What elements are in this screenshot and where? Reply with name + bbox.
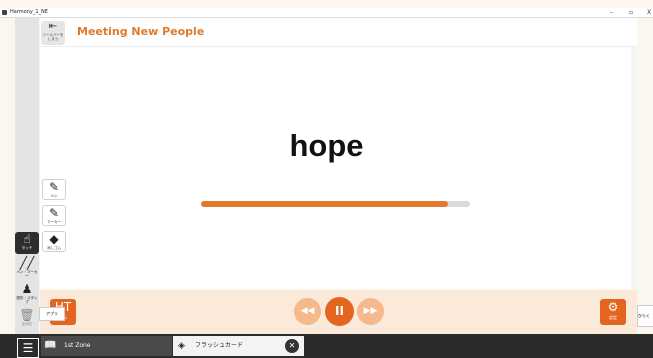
- hamburger-icon: ☰: [22, 341, 34, 355]
- stamp-label: 図形・スタンプ: [16, 296, 38, 304]
- marker-label: マーカー: [47, 220, 61, 224]
- maximize-button[interactable]: ▫: [629, 8, 633, 17]
- clear-all-label: 全消去: [21, 322, 33, 326]
- pen-marker-tool-button[interactable]: ╱╱ ペン・マーカー: [15, 256, 39, 278]
- previous-button[interactable]: ◀◀: [294, 298, 321, 325]
- tab-label: フラッシュカード: [195, 342, 244, 349]
- tab-flashcard[interactable]: ◈ フラッシュカード ✕: [173, 336, 304, 356]
- menu-button[interactable]: ☰: [17, 338, 39, 358]
- stamp-tool-button[interactable]: ♟ 図形・スタンプ: [15, 282, 39, 304]
- flashcard-word: hope: [289, 128, 364, 163]
- arrow-left-icon: ⇤: [48, 21, 58, 32]
- open-chip[interactable]: ひらく: [637, 305, 653, 327]
- page-title: Meeting New People: [77, 25, 205, 38]
- pause-icon: II: [335, 304, 344, 318]
- app-logo-icon: [2, 10, 7, 15]
- minimize-button[interactable]: –: [610, 8, 613, 17]
- fast-forward-icon: ▶▶: [363, 306, 378, 316]
- progress-bar: [201, 201, 470, 207]
- window-titlebar: Harmony_1_NE – ▫ X: [0, 8, 653, 18]
- scrollbar[interactable]: [631, 47, 637, 289]
- clear-all-button[interactable]: 🗑 全消去: [15, 308, 39, 330]
- close-tab-icon[interactable]: ✕: [285, 339, 299, 353]
- marker-tool-button[interactable]: ✎ マーカー: [42, 205, 66, 226]
- pen-marker-icon: ╱╱: [19, 256, 35, 270]
- close-button[interactable]: X: [647, 8, 651, 17]
- next-button[interactable]: ▶▶: [357, 298, 384, 325]
- touch-label: タッチ: [21, 246, 33, 250]
- settings-button[interactable]: ⚙ 設定: [600, 299, 626, 325]
- eraser-label: 消しゴム: [47, 246, 61, 250]
- gear-icon: ⚙: [607, 300, 619, 314]
- pause-button[interactable]: II: [325, 297, 354, 326]
- hide-toolbar-label: ツールバーをしまう: [42, 33, 64, 41]
- progress-fill: [201, 201, 449, 207]
- pen-icon: ✎: [48, 180, 60, 194]
- tab-1st-zone[interactable]: 📖 1st Zone: [41, 336, 172, 356]
- touch-tool-button[interactable]: ☝ タッチ: [15, 232, 39, 254]
- rewind-icon: ◀◀: [300, 306, 315, 316]
- book-icon: 📖: [44, 340, 57, 351]
- stamp-icon: ♟: [21, 282, 33, 296]
- settings-label: 設定: [609, 315, 617, 320]
- pen-label: ペン: [50, 194, 58, 198]
- hide-toolbar-button[interactable]: ⇤ ツールバーをしまう: [41, 21, 65, 45]
- trash-icon: 🗑: [19, 308, 35, 322]
- flashcard-area: [40, 47, 631, 289]
- cube-icon: ◈: [178, 341, 185, 351]
- window-title: Harmony_1_NE: [10, 9, 48, 15]
- pen-tool-button[interactable]: ✎ ペン: [42, 179, 66, 200]
- tab-label: 1st Zone: [64, 342, 91, 349]
- eraser-tool-button[interactable]: ◆ 消しゴム: [42, 231, 66, 252]
- app-chip[interactable]: アプリ: [39, 307, 65, 321]
- hand-pointer-icon: ☝: [23, 232, 31, 246]
- eraser-icon: ◆: [49, 232, 59, 246]
- marker-icon: ✎: [48, 206, 60, 220]
- pen-marker-label: ペン・マーカー: [16, 270, 38, 278]
